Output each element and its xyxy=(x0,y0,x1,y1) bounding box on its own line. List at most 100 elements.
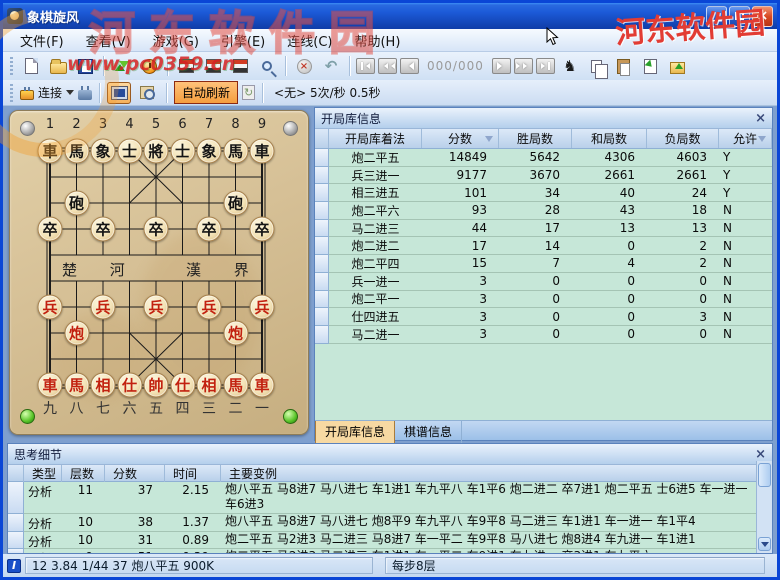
tab-opening-book[interactable]: 开局库信息 xyxy=(315,421,395,444)
board-piece-帥[interactable]: 帥 xyxy=(144,373,169,398)
board-piece-仕[interactable]: 仕 xyxy=(170,373,195,398)
board-piece-車[interactable]: 車 xyxy=(38,373,63,398)
board-piece-卒[interactable]: 卒 xyxy=(91,217,116,242)
board-piece-相[interactable]: 相 xyxy=(91,373,116,398)
board-piece-車[interactable]: 車 xyxy=(250,373,275,398)
opening-col-header-1[interactable]: 开局库着法 xyxy=(329,129,422,148)
zoom-button[interactable] xyxy=(255,55,279,77)
opening-table-row[interactable]: 仕四进五3003N xyxy=(315,308,772,326)
fast-forward-button[interactable] xyxy=(514,58,533,74)
board-piece-士[interactable]: 士 xyxy=(117,139,142,164)
board-piece-象[interactable]: 象 xyxy=(197,139,222,164)
board-piece-兵[interactable]: 兵 xyxy=(38,295,63,320)
maximize-button[interactable] xyxy=(729,6,750,27)
board-piece-將[interactable]: 將 xyxy=(144,139,169,164)
close-icon[interactable]: × xyxy=(755,447,766,462)
disconnect-plug-icon[interactable] xyxy=(78,90,92,100)
menu-item-5[interactable]: 连线(C) xyxy=(276,28,343,53)
opening-table-row[interactable]: 相三进五101344024Y xyxy=(315,184,772,202)
analysis-table-row[interactable]: 分析10310.89炮二平五 马2进3 马二进三 马8进7 车一平二 车9平8 … xyxy=(8,532,758,549)
board-piece-相[interactable]: 相 xyxy=(197,373,222,398)
opening-col-header-3[interactable]: 胜局数 xyxy=(499,129,572,148)
board-piece-炮[interactable]: 炮 xyxy=(223,321,248,346)
analysis-col-header-5[interactable]: 主要变例 xyxy=(221,465,758,482)
engine-monitor-button[interactable] xyxy=(107,82,131,104)
opening-col-header-4[interactable]: 和局数 xyxy=(572,129,647,148)
edit-position-button[interactable]: ♞ xyxy=(558,55,582,77)
analysis-col-header-2[interactable]: 层数 xyxy=(62,465,105,482)
opening-col-header-5[interactable]: 负局数 xyxy=(647,129,719,148)
opening-table-row[interactable]: 马二进一3000N xyxy=(315,326,772,344)
opening-col-header-2[interactable]: 分数 xyxy=(422,129,499,148)
save-button[interactable] xyxy=(73,55,97,77)
menu-item-1[interactable]: 文件(F) xyxy=(9,28,75,53)
opening-table-row[interactable]: 兵一进一3000N xyxy=(315,273,772,291)
opening-table-row[interactable]: 马二进三44171313N xyxy=(315,220,772,238)
row-selector-cell[interactable] xyxy=(315,237,329,255)
board-piece-卒[interactable]: 卒 xyxy=(144,217,169,242)
copy-button[interactable] xyxy=(585,55,609,77)
opening-table-row[interactable]: 炮二平六93284318N xyxy=(315,202,772,220)
connect-dropdown-icon[interactable] xyxy=(66,90,74,99)
row-selector-cell[interactable] xyxy=(315,273,329,291)
analysis-scrollbar[interactable] xyxy=(756,461,772,553)
refresh-page-icon[interactable] xyxy=(242,85,255,100)
row-selector-cell[interactable] xyxy=(315,202,329,220)
opening-table-row[interactable]: 兵三进一9177367026612661Y xyxy=(315,167,772,185)
board-corner-button[interactable] xyxy=(283,121,298,136)
analysis-col-header-4[interactable]: 时间 xyxy=(165,465,221,482)
menu-item-4[interactable]: 引擎(E) xyxy=(210,28,276,53)
board-piece-兵[interactable]: 兵 xyxy=(144,295,169,320)
forward-button[interactable] xyxy=(492,58,511,74)
close-icon[interactable]: × xyxy=(755,111,766,126)
board-piece-馬[interactable]: 馬 xyxy=(223,139,248,164)
import-button[interactable] xyxy=(639,55,663,77)
board-piece-兵[interactable]: 兵 xyxy=(250,295,275,320)
export-button[interactable] xyxy=(666,55,690,77)
close-button[interactable]: × xyxy=(752,6,773,27)
last-move-button[interactable] xyxy=(536,58,555,74)
opening-table-row[interactable]: 炮二平五14849564243064603Y xyxy=(315,149,772,167)
row-selector-cell[interactable] xyxy=(8,482,24,514)
tab-game-info[interactable]: 棋谱信息 xyxy=(395,421,462,443)
board-view-button-3[interactable] xyxy=(228,55,252,77)
opening-table-row[interactable]: 炮二平一3000N xyxy=(315,291,772,309)
row-selector-cell[interactable] xyxy=(315,255,329,273)
menu-item-2[interactable]: 查看(V) xyxy=(75,28,142,53)
row-selector-cell[interactable] xyxy=(315,220,329,238)
board-piece-炮[interactable]: 炮 xyxy=(64,321,89,346)
toolbar-grip[interactable] xyxy=(10,84,13,102)
board-piece-卒[interactable]: 卒 xyxy=(38,217,63,242)
board-piece-兵[interactable]: 兵 xyxy=(197,295,222,320)
analysis-table-row[interactable]: 分析10381.37炮八平五 马8进7 马八进七 炮8平9 车九平八 车9平8 … xyxy=(8,514,758,532)
analysis-table-row[interactable]: 分析11372.15炮八平五 马8进7 马八进七 车1进1 车九平八 车1平6 … xyxy=(8,482,758,514)
analysis-col-header-1[interactable]: 类型 xyxy=(24,465,62,482)
board-piece-仕[interactable]: 仕 xyxy=(117,373,142,398)
board-corner-button[interactable] xyxy=(20,409,35,424)
first-move-button[interactable] xyxy=(356,58,375,74)
row-selector-cell[interactable] xyxy=(8,514,24,532)
row-selector-cell[interactable] xyxy=(315,326,329,344)
toolbar-grip[interactable] xyxy=(10,57,13,75)
flip-board-button[interactable] xyxy=(110,55,134,77)
board-piece-馬[interactable]: 馬 xyxy=(223,373,248,398)
filter-icon[interactable] xyxy=(485,136,493,146)
board-piece-兵[interactable]: 兵 xyxy=(91,295,116,320)
board-view-button-2[interactable] xyxy=(201,55,225,77)
board-view-button-1[interactable] xyxy=(174,55,198,77)
minimize-button[interactable]: — xyxy=(706,6,727,27)
stop-button[interactable]: × xyxy=(292,55,316,77)
board-piece-卒[interactable]: 卒 xyxy=(250,217,275,242)
board-piece-士[interactable]: 士 xyxy=(170,139,195,164)
row-selector-cell[interactable] xyxy=(315,291,329,309)
opening-table-row[interactable]: 炮二进二171402N xyxy=(315,237,772,255)
board-corner-button[interactable] xyxy=(20,121,35,136)
opening-table-row[interactable]: 炮二平四15742N xyxy=(315,255,772,273)
fast-back-button[interactable] xyxy=(378,58,397,74)
board-piece-卒[interactable]: 卒 xyxy=(197,217,222,242)
board-piece-車[interactable]: 車 xyxy=(250,139,275,164)
board-corner-button[interactable] xyxy=(283,409,298,424)
open-button[interactable] xyxy=(46,55,70,77)
xiangqi-board[interactable]: 楚 河 漢 界 123456789九八七六五四三二一車馬象士將士象馬車砲砲卒卒卒… xyxy=(9,110,309,435)
connect-label[interactable]: 连接 xyxy=(38,84,62,101)
